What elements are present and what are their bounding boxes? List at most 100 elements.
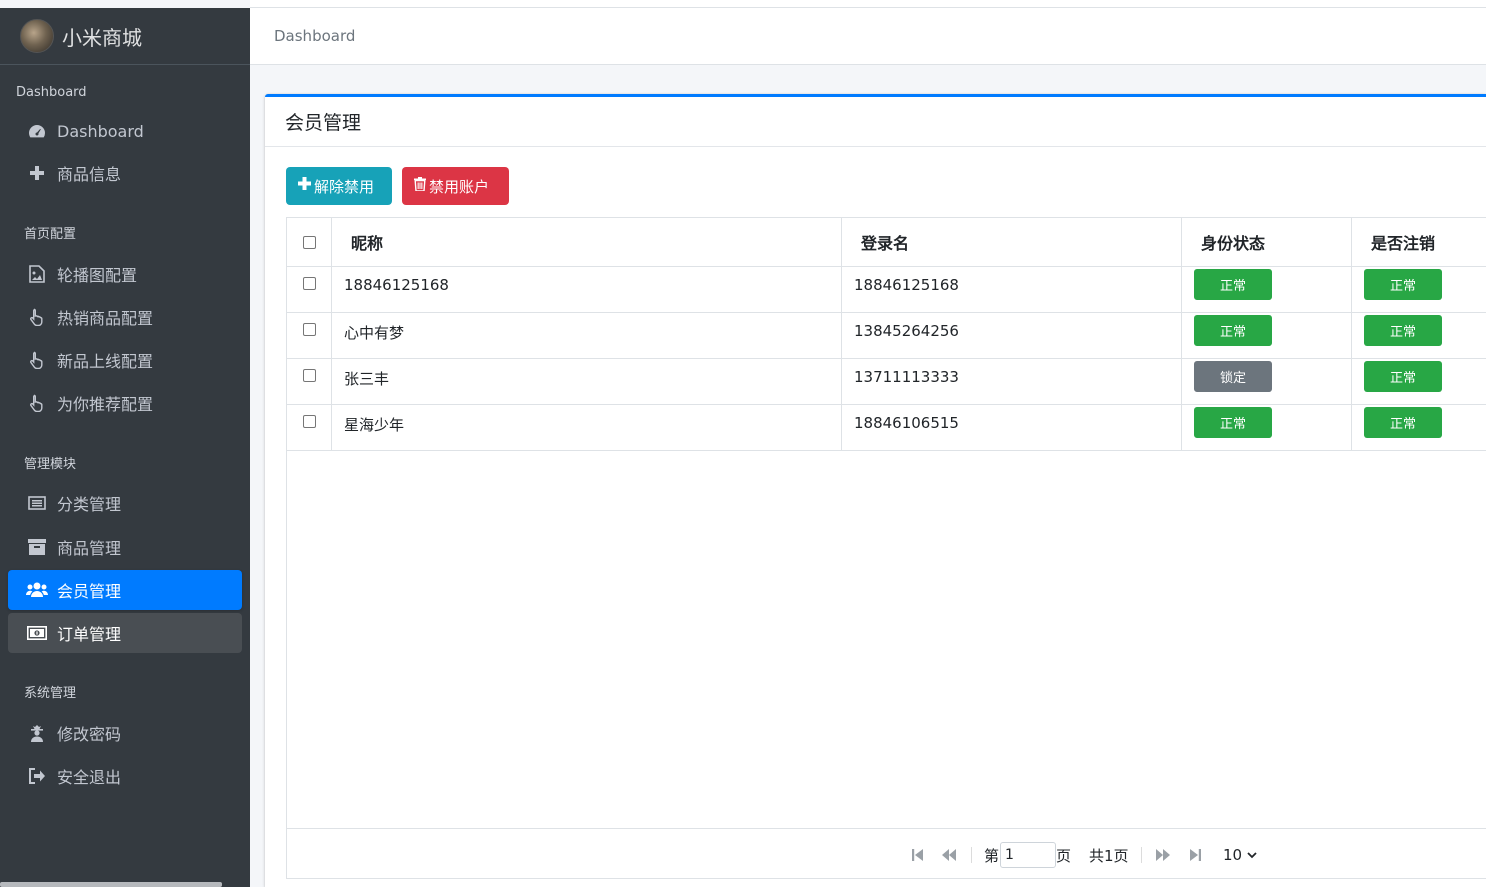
row-checkbox-cell (287, 267, 332, 312)
row-checkbox[interactable] (302, 415, 316, 428)
plus-icon (26, 162, 48, 184)
prev-page-icon[interactable] (941, 829, 957, 881)
cancel-badge: 正常 (1364, 407, 1442, 438)
nav-header-manage: 管理模块 (24, 457, 77, 472)
chevron-down-icon (1247, 851, 1257, 859)
table-row[interactable]: 星海少年 18846106515 正常 正常 (287, 405, 1486, 451)
hand-pointer-icon (26, 349, 48, 371)
status-badge: 正常 (1194, 269, 1272, 300)
page-prefix-label: 第 (984, 846, 1000, 865)
hand-pointer-icon (26, 306, 48, 328)
sidebar-item-new-goods[interactable]: 新品上线配置 (8, 340, 242, 380)
page-size-select[interactable]: 10 (1223, 829, 1257, 881)
login-cell: 13711113333 (842, 359, 1182, 404)
page-number-input[interactable]: 1 (1000, 842, 1056, 868)
sidebar-item-label: 会员管理 (57, 582, 122, 601)
breadcrumb-dashboard-link[interactable]: Dashboard (274, 27, 355, 45)
ban-account-button[interactable]: 禁用账户 (402, 167, 509, 205)
first-page-icon[interactable] (912, 829, 924, 881)
row-checkbox-cell (287, 313, 332, 358)
user-secret-icon (26, 722, 48, 744)
row-checkbox[interactable] (302, 277, 316, 290)
brand-link[interactable]: 小米商城 (0, 8, 250, 65)
page-suffix-label: 页 (1056, 846, 1072, 865)
top-navbar: Dashboard (250, 8, 1486, 65)
status-badge: 锁定 (1194, 361, 1272, 392)
brand-name: 小米商城 (62, 25, 142, 50)
tachometer-icon (26, 120, 48, 142)
sidebar-item-label: 分类管理 (57, 495, 122, 514)
row-checkbox[interactable] (302, 369, 316, 382)
sidebar-item-member-manage[interactable]: 会员管理 (8, 570, 242, 610)
select-all-checkbox[interactable] (302, 235, 316, 249)
nav-header-system: 系统管理 (24, 686, 77, 701)
sidebar-item-dashboard[interactable]: Dashboard (8, 111, 242, 151)
column-header-status[interactable]: 身份状态 (1182, 218, 1352, 266)
pagination: 第 1 页 共1页 10 (287, 828, 1486, 880)
login-cell: 18846125168 (842, 267, 1182, 312)
sidebar-scrollbar[interactable] (0, 882, 222, 887)
card-header: 会员管理 (265, 97, 1486, 147)
unban-button[interactable]: 解除禁用 (286, 167, 392, 205)
sidebar-item-goods-info[interactable]: 商品信息 (8, 153, 242, 193)
cancel-badge: 正常 (1364, 269, 1442, 300)
column-header-login[interactable]: 登录名 (842, 218, 1182, 266)
sidebar-item-label: 商品信息 (57, 165, 122, 184)
nick-cell: 张三丰 (332, 359, 842, 404)
sign-out-icon (26, 765, 48, 787)
sidebar-item-goods-manage[interactable]: 商品管理 (8, 527, 242, 567)
nav-header-home-config: 首页配置 (24, 227, 77, 242)
cancel-badge: 正常 (1364, 315, 1442, 346)
last-page-icon[interactable] (1189, 829, 1201, 881)
sidebar: 小米商城 Dashboard Dashboard 商品信息 首页配置 轮播图配置… (0, 8, 250, 887)
ban-account-button-label: 禁用账户 (429, 178, 490, 196)
column-header-nick[interactable]: 昵称 (332, 218, 842, 266)
member-table: 昵称 登录名 身份状态 是否注销 18846125168 18846125168… (286, 217, 1486, 879)
sidebar-item-category[interactable]: 分类管理 (8, 483, 242, 523)
sidebar-item-carousel[interactable]: 轮播图配置 (8, 254, 242, 294)
hand-pointer-icon (26, 392, 48, 414)
page-title: 会员管理 (285, 112, 362, 134)
top-strip (250, 0, 1486, 8)
table-header-row: 昵称 登录名 身份状态 是否注销 (287, 218, 1486, 267)
table-row[interactable]: 张三丰 13711113333 锁定 正常 (287, 359, 1486, 405)
brand-avatar (20, 19, 54, 53)
nick-cell: 心中有梦 (332, 313, 842, 358)
pager-separator (1141, 847, 1142, 863)
status-badge: 正常 (1194, 315, 1272, 346)
row-checkbox-cell (287, 405, 332, 450)
status-cell: 正常 (1182, 405, 1352, 450)
cancel-cell: 正常 (1352, 405, 1486, 450)
nav-header-dashboard: Dashboard (16, 85, 87, 100)
sidebar-item-recommend[interactable]: 为你推荐配置 (8, 383, 242, 423)
table-row[interactable]: 18846125168 18846125168 正常 正常 (287, 267, 1486, 313)
nick-cell: 18846125168 (332, 267, 842, 312)
row-checkbox[interactable] (302, 323, 316, 336)
table-row[interactable]: 心中有梦 13845264256 正常 正常 (287, 313, 1486, 359)
sidebar-item-change-password[interactable]: 修改密码 (8, 713, 242, 753)
sidebar-item-label: 商品管理 (57, 539, 122, 558)
status-cell: 正常 (1182, 313, 1352, 358)
sidebar-item-label: 为你推荐配置 (57, 395, 154, 414)
sidebar-item-label: Dashboard (57, 121, 144, 141)
trash-icon (414, 176, 426, 196)
sidebar-item-label: 修改密码 (57, 725, 122, 744)
page-size-value: 10 (1223, 846, 1243, 864)
sidebar-item-order-manage[interactable]: 订单管理 (8, 613, 242, 653)
plus-icon (298, 177, 311, 195)
select-all-cell (287, 218, 332, 266)
cancel-cell: 正常 (1352, 313, 1486, 358)
users-icon (26, 579, 48, 601)
sidebar-item-label: 安全退出 (57, 768, 122, 787)
sidebar-item-label: 热销商品配置 (57, 309, 154, 328)
image-file-icon (26, 263, 48, 285)
login-cell: 18846106515 (842, 405, 1182, 450)
status-cell: 正常 (1182, 267, 1352, 312)
unban-button-label: 解除禁用 (314, 178, 375, 196)
cancel-cell: 正常 (1352, 359, 1486, 404)
column-header-cancel[interactable]: 是否注销 (1352, 218, 1486, 266)
next-page-icon[interactable] (1155, 829, 1171, 881)
sidebar-item-hot-goods[interactable]: 热销商品配置 (8, 297, 242, 337)
sidebar-item-logout[interactable]: 安全退出 (8, 756, 242, 796)
cancel-cell: 正常 (1352, 267, 1486, 312)
